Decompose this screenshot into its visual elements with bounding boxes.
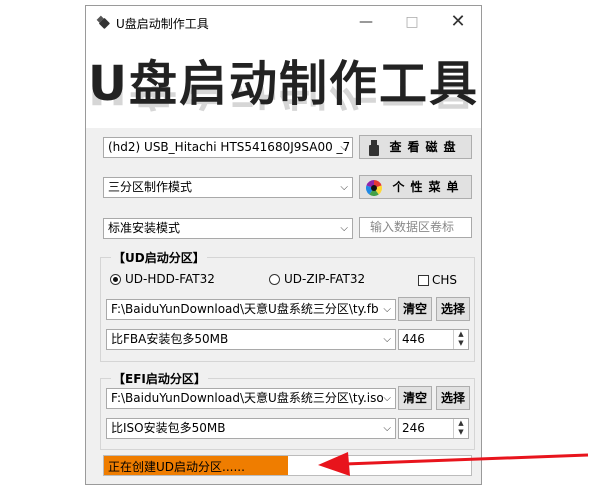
radio-ud-zip-label: UD-ZIP-FAT32 [284,272,366,286]
chevron-down-icon: ⌵ [383,389,391,408]
install-mode-value: 标准安装模式 [108,221,181,235]
ud-file-path-select[interactable]: F:\BaiduYunDownload\天意U盘系统三分区\ty.fb ⌵ [106,299,396,320]
chevron-down-icon: ⌵ [383,334,391,345]
disk-select[interactable]: (hd2) USB_Hitachi HTS541680J9SA00 _7 ⌵ [103,137,353,158]
window-title: U盘启动制作工具 [116,17,209,31]
chs-checkbox[interactable]: CHS [418,273,457,287]
mode-select[interactable]: 三分区制作模式 ⌵ [103,177,353,198]
ud-size-option: 比FBA安装包多50MB [111,332,229,346]
chevron-down-icon: ⌵ [383,423,391,434]
banner-reflection: U盘启动制作工具 [88,86,479,114]
usb-app-icon [96,15,110,29]
efi-size-spinner[interactable]: 246 ▲ ▼ [398,418,469,439]
radio-ud-hdd[interactable]: UD-HDD-FAT32 [110,272,215,286]
efi-clear-button[interactable]: 清空 [398,386,432,410]
progress-status-text: 正在创建UD启动分区...... [108,460,245,474]
usb-drive-icon [369,139,380,156]
radio-dot [110,273,121,285]
chevron-down-icon: ⌵ [340,223,348,234]
progress-bar: 正在创建UD启动分区...... [103,455,472,476]
banner: U盘启动制作工具 U盘启动制作工具 [86,38,481,128]
check-disk-label: 查看磁盘 [389,140,462,154]
efi-size-select[interactable]: 比ISO安装包多50MB ⌵ [106,418,396,439]
efi-select-button[interactable]: 选择 [436,386,470,410]
ud-clear-button[interactable]: 清空 [398,297,432,321]
radio-ud-hdd-label: UD-HDD-FAT32 [125,272,215,286]
disk-select-value: (hd2) USB_Hitachi HTS541680J9SA00 _7 [108,140,351,154]
color-wheel-icon [366,179,383,196]
checkbox-box [418,274,429,286]
radio-ud-zip[interactable]: UD-ZIP-FAT32 [269,272,365,286]
efi-file-path: F:\BaiduYunDownload\天意U盘系统三分区\ty.iso [111,391,384,405]
maximize-button[interactable]: □ [389,6,435,38]
personal-menu-label: 个性菜单 [392,180,465,194]
efi-group-title: 【EFI启动分区】 [111,370,208,387]
efi-size-option: 比ISO安装包多50MB [111,421,226,435]
chevron-down-icon: ⌵ [383,300,391,319]
volume-label-placeholder: 输入数据区卷标 [370,220,455,234]
efi-file-path-select[interactable]: F:\BaiduYunDownload\天意U盘系统三分区\ty.iso ⌵ [106,388,396,409]
chevron-down-icon: ⌵ [340,182,348,193]
mode-select-value: 三分区制作模式 [108,180,193,194]
radio-dot [269,273,280,285]
ud-select-button[interactable]: 选择 [436,297,470,321]
spinner-arrows-icon[interactable]: ▲ ▼ [453,330,468,349]
minimize-button[interactable]: — [343,6,389,38]
ud-size-value: 446 [402,332,425,346]
chevron-down-icon: ⌵ [340,142,348,153]
efi-size-value: 246 [402,421,425,435]
ud-size-spinner[interactable]: 446 ▲ ▼ [398,329,469,350]
install-mode-select[interactable]: 标准安装模式 ⌵ [103,218,353,239]
chs-label: CHS [432,273,458,287]
check-disk-button[interactable]: 查看磁盘 [359,135,472,159]
ud-size-select[interactable]: 比FBA安装包多50MB ⌵ [106,329,396,350]
personal-menu-button[interactable]: 个性菜单 [359,175,472,199]
ud-group-title: 【UD启动分区】 [111,249,207,266]
volume-label-input[interactable]: 输入数据区卷标 [359,217,472,238]
app-window: U盘启动制作工具 — □ ✕ U盘启动制作工具 U盘启动制作工具 (hd2) U… [85,5,482,485]
spinner-arrows-icon[interactable]: ▲ ▼ [453,419,468,438]
title-bar[interactable]: U盘启动制作工具 — □ ✕ [86,6,481,38]
close-button[interactable]: ✕ [435,6,481,38]
ud-file-path: F:\BaiduYunDownload\天意U盘系统三分区\ty.fb [111,302,379,316]
